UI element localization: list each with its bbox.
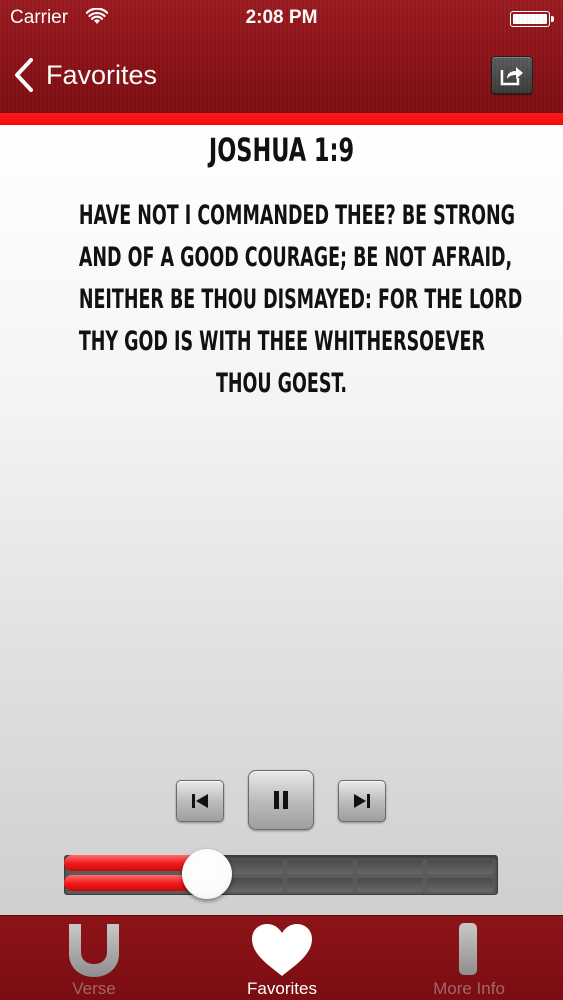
previous-button[interactable] <box>176 780 224 822</box>
tab-favorites[interactable]: Favorites <box>188 916 376 1000</box>
verse-line: THOU GOEST. <box>215 368 348 399</box>
verse-icon <box>69 924 119 977</box>
tab-more-info[interactable]: More Info <box>375 916 563 1000</box>
skip-previous-icon <box>192 794 208 808</box>
verse-content: JOSHUA 1:9 HAVE NOT I COMMANDED THEE? BE… <box>0 125 563 915</box>
track-segment <box>287 878 353 892</box>
track-segment <box>427 878 493 892</box>
status-bar: Carrier 2:08 PM <box>0 0 563 36</box>
verse-line: HAVE NOT I COMMANDED THEE? BE STRONG <box>78 200 516 231</box>
info-icon <box>459 923 477 975</box>
tab-more-info-label: More Info <box>433 979 505 998</box>
pause-button[interactable] <box>248 770 314 830</box>
verse-line: NEITHER BE THOU DISMAYED: FOR THE LORD <box>78 284 523 315</box>
tab-verse-label: Verse <box>72 979 116 998</box>
track-segment <box>287 860 353 874</box>
back-label: Favorites <box>46 59 158 90</box>
next-button[interactable] <box>338 780 386 822</box>
track-segment <box>427 860 493 874</box>
header: Carrier 2:08 PM Favorites <box>0 0 563 113</box>
share-button[interactable] <box>491 56 533 94</box>
verse-text: HAVE NOT I COMMANDED THEE? BE STRONG AND… <box>78 195 523 405</box>
tab-verse[interactable]: Verse <box>0 916 188 1000</box>
skip-next-icon <box>354 794 370 808</box>
pause-icon <box>274 791 288 809</box>
verse-line: THY GOD IS WITH THEE WHITHERSOEVER <box>78 326 485 357</box>
chevron-left-icon <box>15 58 33 92</box>
battery-icon <box>510 11 554 27</box>
progress-thumb[interactable] <box>182 849 232 899</box>
verse-line: AND OF A GOOD COURAGE; BE NOT AFRAID, <box>78 242 513 273</box>
progress-slider[interactable] <box>64 849 498 899</box>
share-icon <box>500 67 523 86</box>
track-segment <box>357 878 423 892</box>
status-time: 2:08 PM <box>245 7 318 28</box>
back-button[interactable]: Favorites <box>12 56 157 94</box>
accent-rule <box>0 113 563 125</box>
tab-bar: Verse Favorites More Info <box>0 915 563 1000</box>
tab-favorites-label: Favorites <box>247 979 317 998</box>
track-segment <box>357 860 423 874</box>
verse-reference: JOSHUA 1:9 <box>208 131 355 169</box>
heart-icon <box>252 924 312 976</box>
